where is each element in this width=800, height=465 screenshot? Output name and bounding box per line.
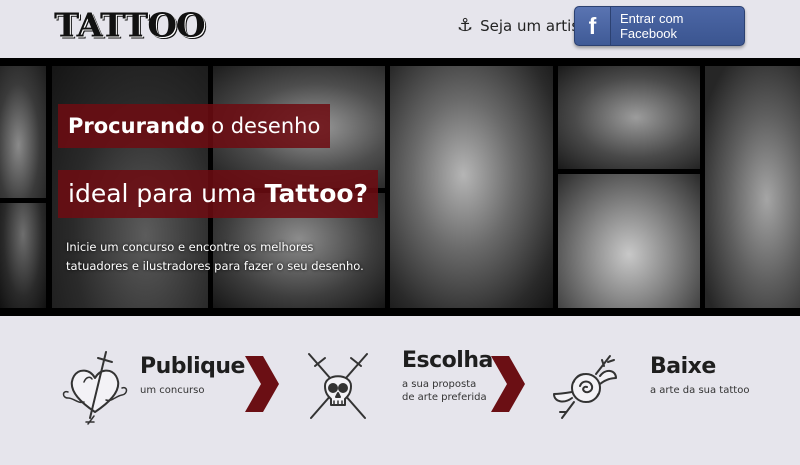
tattoo-photo bbox=[0, 203, 46, 308]
step-subtitle: a sua proposta bbox=[402, 379, 477, 390]
step-subtitle: um concurso bbox=[140, 385, 205, 396]
logo[interactable]: TATTOO bbox=[54, 7, 206, 45]
hero-headline-line-1: Procurando o desenho bbox=[58, 104, 331, 148]
headline-bold-word: Tattoo? bbox=[264, 179, 369, 208]
hero-headline-line-2: ideal para uma Tattoo? bbox=[58, 170, 379, 218]
hero-banner: Procurando o desenho ideal para uma Tatt… bbox=[0, 58, 800, 316]
step-subtitle: a arte da sua tattoo bbox=[650, 385, 750, 396]
headline-text: o desenho bbox=[204, 114, 321, 138]
hero-description: Inicie um concurso e encontre os melhore… bbox=[66, 240, 364, 273]
facebook-icon: f bbox=[575, 7, 611, 45]
step-subtitle: de arte preferida bbox=[402, 392, 487, 403]
rose-icon bbox=[553, 355, 617, 419]
chevron-right-icon bbox=[245, 356, 279, 412]
facebook-login-label: Entrar com Facebook bbox=[619, 11, 684, 41]
tattoo-photo bbox=[390, 66, 553, 308]
tattoo-photo bbox=[705, 66, 800, 308]
how-it-works: Publique um concurso Escolha a sua propo… bbox=[0, 316, 800, 465]
skull-daggers-icon bbox=[308, 353, 368, 419]
step-title-publique: Publique bbox=[140, 354, 245, 379]
anchor-icon: ⚓ bbox=[457, 15, 474, 36]
site-header: TATTOO ⚓ Seja um artista f Entrar com Fa… bbox=[0, 0, 800, 58]
tattoo-photo bbox=[558, 174, 700, 308]
headline-bold-word: Procurando bbox=[68, 114, 205, 138]
chevron-right-icon bbox=[491, 356, 525, 412]
step-title-baixe: Baixe bbox=[650, 354, 716, 379]
tattoo-photo bbox=[0, 66, 46, 198]
step-title-escolha: Escolha bbox=[402, 348, 493, 373]
heart-dagger-icon bbox=[62, 351, 128, 425]
headline-text: ideal para uma bbox=[68, 179, 265, 208]
facebook-login-button[interactable]: f Entrar com Facebook bbox=[574, 6, 745, 46]
tattoo-photo bbox=[558, 66, 700, 169]
